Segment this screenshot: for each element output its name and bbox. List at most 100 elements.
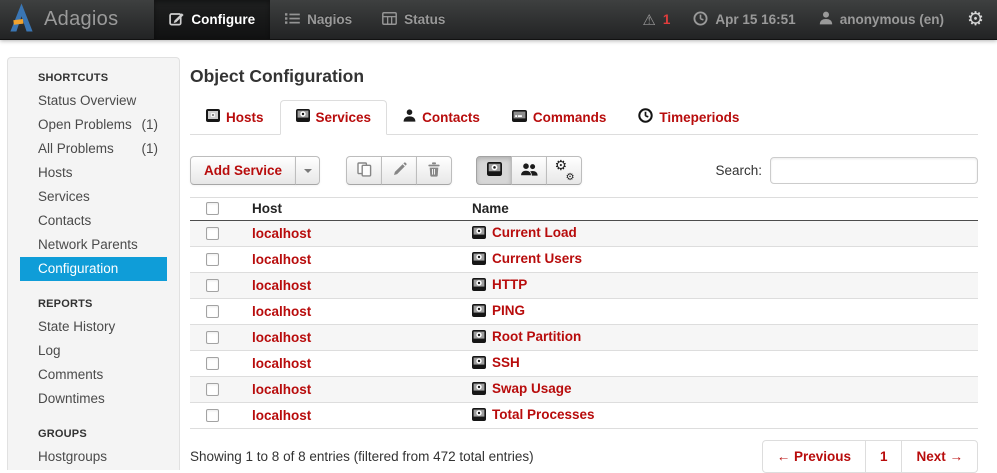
gears-icon: ⚙ ⚙ — [556, 162, 573, 179]
nav-status[interactable]: Status — [367, 0, 460, 39]
sidebar: SHORTCUTS Status Overview Open Problems … — [7, 57, 180, 470]
row-checkbox[interactable] — [206, 357, 219, 370]
host-link[interactable]: localhost — [252, 330, 311, 345]
table-row: localhost Swap Usage — [190, 377, 978, 403]
sidebar-item-hosts[interactable]: Hosts — [20, 161, 167, 185]
search-label: Search: — [715, 163, 762, 178]
add-service-dropdown-button[interactable] — [295, 156, 320, 185]
brand-title: Adagios — [44, 8, 118, 31]
previous-page-button[interactable]: ← Previous — [762, 440, 866, 473]
tab-timeperiods-label: Timeperiods — [659, 110, 739, 125]
column-header-name[interactable]: Name — [464, 198, 978, 221]
service-icon — [472, 408, 486, 421]
row-checkbox[interactable] — [206, 409, 219, 422]
row-checkbox[interactable] — [206, 227, 219, 240]
tab-hosts[interactable]: Hosts — [190, 100, 280, 135]
edit-button[interactable] — [381, 156, 417, 185]
clock-icon — [638, 108, 653, 126]
tab-services[interactable]: Services — [280, 100, 388, 135]
tab-commands-label: Commands — [533, 110, 607, 125]
nav-status-label: Status — [404, 12, 445, 27]
user-menu[interactable]: anonymous (en) — [819, 11, 944, 28]
toolbar: Add Service — [190, 156, 978, 185]
page-number-button[interactable]: 1 — [865, 440, 903, 473]
badge: (1) — [142, 116, 159, 133]
tab-hosts-label: Hosts — [226, 110, 264, 125]
host-link[interactable]: localhost — [252, 382, 311, 397]
sidebar-item-hostgroups[interactable]: Hostgroups — [20, 445, 167, 469]
services-view-button[interactable] — [476, 156, 512, 185]
sidebar-item-services[interactable]: Services — [20, 185, 167, 209]
tab-contacts-label: Contacts — [422, 110, 480, 125]
users-icon — [521, 163, 538, 179]
sidebar-section-shortcuts: SHORTCUTS — [20, 72, 167, 84]
column-header-host[interactable]: Host — [244, 198, 464, 221]
row-checkbox[interactable] — [206, 253, 219, 266]
table-row: localhost Total Processes — [190, 403, 978, 429]
adagios-logo-icon — [9, 3, 34, 37]
sidebar-item-all-problems[interactable]: All Problems (1) — [20, 137, 167, 161]
service-link[interactable]: Swap Usage — [492, 381, 572, 396]
add-service-button[interactable]: Add Service — [190, 156, 296, 185]
contacts-view-button[interactable] — [511, 156, 547, 185]
service-link[interactable]: PING — [492, 303, 525, 318]
host-link[interactable]: localhost — [252, 356, 311, 371]
search-input[interactable] — [770, 157, 978, 184]
host-link[interactable]: localhost — [252, 278, 311, 293]
service-link[interactable]: Total Processes — [492, 407, 595, 422]
table-row: localhost Root Partition — [190, 325, 978, 351]
username-label: anonymous (en) — [840, 12, 944, 27]
sidebar-item-state-history[interactable]: State History — [20, 315, 167, 339]
sidebar-item-comments[interactable]: Comments — [20, 363, 167, 387]
select-all-checkbox[interactable] — [206, 202, 219, 215]
settings-gear-icon[interactable]: ⚙ — [967, 10, 984, 29]
delete-button[interactable] — [416, 156, 452, 185]
brand[interactable]: Adagios — [0, 0, 128, 39]
row-checkbox[interactable] — [206, 305, 219, 318]
service-link[interactable]: HTTP — [492, 277, 527, 292]
sidebar-item-configuration[interactable]: Configuration — [20, 257, 167, 281]
table-row: localhost SSH — [190, 351, 978, 377]
service-icon — [472, 330, 486, 343]
pencil-square-icon — [169, 11, 184, 29]
service-link[interactable]: Root Partition — [492, 329, 581, 344]
settings-view-button[interactable]: ⚙ ⚙ — [546, 156, 582, 185]
row-checkbox[interactable] — [206, 279, 219, 292]
table-footer: Showing 1 to 8 of 8 entries (filtered fr… — [190, 440, 978, 473]
next-page-button[interactable]: Next → — [901, 440, 978, 473]
entries-summary: Showing 1 to 8 of 8 entries (filtered fr… — [190, 449, 534, 464]
nav-configure[interactable]: Configure — [154, 0, 270, 39]
row-checkbox[interactable] — [206, 331, 219, 344]
nav-nagios[interactable]: Nagios — [270, 0, 367, 39]
service-link[interactable]: Current Load — [492, 225, 577, 240]
tab-timeperiods[interactable]: Timeperiods — [622, 100, 755, 135]
clock-indicator[interactable]: Apr 15 16:51 — [693, 11, 795, 29]
table-row: localhost Current Users — [190, 247, 978, 273]
badge: (1) — [142, 140, 159, 157]
user-icon — [819, 11, 833, 28]
navbar-right: ⚠ 1 Apr 15 16:51 anonymous (en) ⚙ — [642, 0, 997, 39]
host-link[interactable]: localhost — [252, 226, 311, 241]
service-link[interactable]: SSH — [492, 355, 520, 370]
alerts-indicator[interactable]: ⚠ 1 — [642, 11, 670, 29]
sidebar-section-reports: REPORTS — [20, 298, 167, 310]
warning-icon: ⚠ — [642, 11, 655, 29]
copy-button[interactable] — [346, 156, 382, 185]
host-link[interactable]: localhost — [252, 408, 311, 423]
sidebar-item-open-problems[interactable]: Open Problems (1) — [20, 113, 167, 137]
tab-contacts[interactable]: Contacts — [387, 100, 496, 135]
host-link[interactable]: localhost — [252, 252, 311, 267]
sidebar-item-network-parents[interactable]: Network Parents — [20, 233, 167, 257]
tab-commands[interactable]: Commands — [496, 100, 623, 135]
sidebar-item-status-overview[interactable]: Status Overview — [20, 89, 167, 113]
table-icon — [382, 12, 397, 28]
service-icon — [472, 252, 486, 265]
page-title: Object Configuration — [190, 66, 978, 87]
sidebar-item-contacts[interactable]: Contacts — [20, 209, 167, 233]
host-link[interactable]: localhost — [252, 304, 311, 319]
service-icon — [472, 382, 486, 395]
service-link[interactable]: Current Users — [492, 251, 582, 266]
row-checkbox[interactable] — [206, 383, 219, 396]
sidebar-item-downtimes[interactable]: Downtimes — [20, 387, 167, 411]
sidebar-item-log[interactable]: Log — [20, 339, 167, 363]
